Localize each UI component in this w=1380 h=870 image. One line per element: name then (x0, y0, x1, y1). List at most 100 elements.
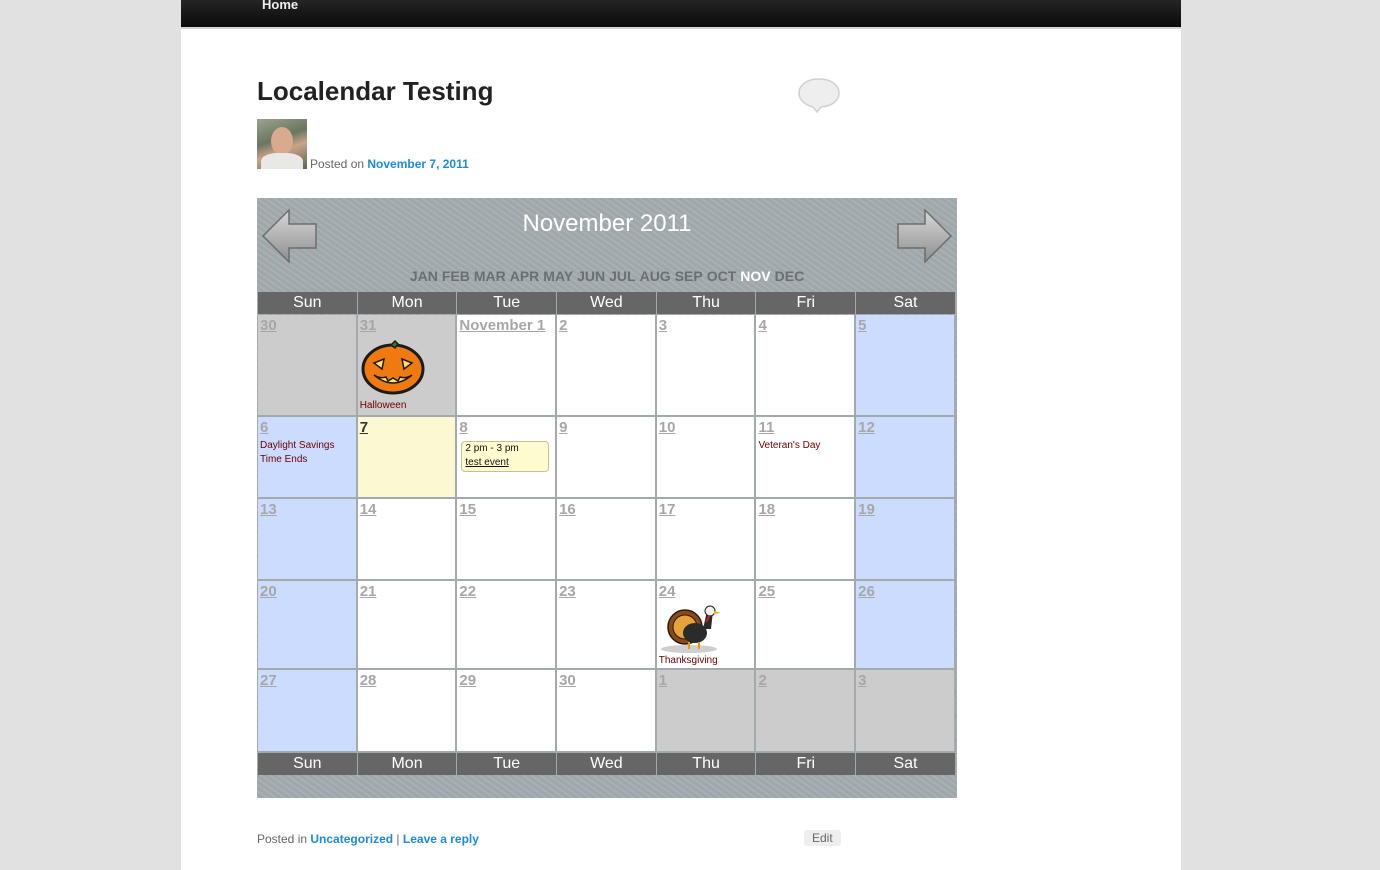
calendar-day-cell[interactable]: 27 (258, 670, 358, 753)
calendar-day-cell[interactable]: 26 (856, 581, 956, 670)
calendar-day-cell[interactable]: 22 (457, 581, 558, 670)
day-number-link[interactable]: 19 (858, 501, 875, 518)
day-number-link[interactable]: 28 (360, 672, 377, 689)
calendar-day-cell[interactable]: 21 (357, 581, 458, 670)
weekday-fri: Fri (756, 292, 857, 314)
day-number-link[interactable]: 5 (858, 317, 866, 334)
calendar-day-cell[interactable]: 12 (856, 417, 956, 499)
day-number-link[interactable]: 4 (758, 317, 766, 334)
calendar-day-cell[interactable]: 23 (557, 581, 657, 670)
month-link-dec[interactable]: DEC (775, 268, 805, 284)
day-number-link[interactable]: 12 (858, 419, 875, 436)
calendar-day-cell[interactable]: 31 Halloween (357, 315, 458, 417)
calendar-day-cell[interactable]: 11 Veteran's Day (756, 417, 857, 499)
calendar-widget: November 2011 JAN FEB MAR APR MAY JUN JUL AUG SE… (257, 198, 957, 798)
day-number-link[interactable]: 27 (260, 672, 277, 689)
calendar-day-cell[interactable]: 7 (357, 417, 458, 499)
calendar-day-cell[interactable]: 20 (258, 581, 358, 670)
day-number-link[interactable]: 29 (459, 672, 476, 689)
day-number-link[interactable]: 2 (559, 317, 567, 334)
calendar-week: 27 28 29 30 1 2 3 (258, 670, 956, 753)
category-link[interactable]: Uncategorized (310, 832, 393, 846)
calendar-day-cell[interactable]: 3 (856, 670, 956, 753)
calendar-day-cell[interactable]: 5 (856, 315, 956, 417)
calendar-day-cell[interactable]: 17 (656, 499, 757, 581)
day-number-link[interactable]: 26 (858, 583, 875, 600)
calendar-day-cell[interactable]: 16 (557, 499, 657, 581)
day-number-link[interactable]: 3 (659, 317, 667, 334)
day-number-link[interactable]: 9 (559, 419, 567, 436)
weekday-mon: Mon (357, 753, 458, 775)
calendar-day-cell[interactable]: 6 Daylight Savings Time Ends (258, 417, 358, 499)
month-link-apr[interactable]: APR (510, 268, 540, 284)
month-link-aug[interactable]: AUG (640, 268, 671, 284)
calendar-day-cell[interactable]: 4 (756, 315, 857, 417)
month-link-jul[interactable]: JUL (609, 268, 635, 284)
month-link-jun[interactable]: JUN (577, 268, 605, 284)
day-number-link[interactable]: November 1 (459, 317, 545, 334)
day-number-link[interactable]: 16 (559, 501, 576, 518)
calendar-day-cell[interactable]: 1 (656, 670, 757, 753)
comment-bubble-icon[interactable] (797, 77, 841, 113)
day-number-link[interactable]: 1 (659, 672, 667, 689)
calendar-day-cell[interactable]: 2 (756, 670, 857, 753)
event-dst-line2[interactable]: Time Ends (260, 453, 307, 467)
day-number-link[interactable]: 23 (559, 583, 576, 600)
calendar-day-cell[interactable]: 13 (258, 499, 358, 581)
calendar-day-cell[interactable]: 18 (756, 499, 857, 581)
calendar-day-cell[interactable]: 10 (656, 417, 757, 499)
test-event-card[interactable]: 2 pm - 3 pm test event (461, 441, 550, 472)
day-number-link[interactable]: 22 (459, 583, 476, 600)
month-link-sep[interactable]: SEP (675, 268, 703, 284)
edit-button[interactable]: Edit (804, 830, 841, 846)
day-number-link[interactable]: 21 (360, 583, 377, 600)
month-link-feb[interactable]: FEB (442, 268, 470, 284)
month-link-mar[interactable]: MAR (474, 268, 506, 284)
calendar-day-cell[interactable]: November 1 (457, 315, 558, 417)
day-number-link[interactable]: 11 (758, 419, 774, 436)
calendar-day-cell[interactable]: 29 (457, 670, 558, 753)
leave-reply-link[interactable]: Leave a reply (403, 832, 479, 846)
day-number-link[interactable]: 6 (260, 419, 268, 436)
calendar-day-cell[interactable]: 3 (656, 315, 757, 417)
post-meta: Posted on November 7, 2011 (310, 157, 469, 171)
calendar-day-cell[interactable]: 28 (357, 670, 458, 753)
calendar-day-cell[interactable]: 25 (756, 581, 857, 670)
day-number-link[interactable]: 30 (559, 672, 576, 689)
day-number-link[interactable]: 18 (758, 501, 775, 518)
day-number-link[interactable]: 17 (659, 501, 676, 518)
day-number-link[interactable]: 31 (360, 317, 377, 334)
event-title-link[interactable]: test event (465, 457, 508, 468)
day-number-link[interactable]: 24 (659, 583, 676, 600)
post-date-link[interactable]: November 7, 2011 (367, 157, 468, 171)
event-thanksgiving[interactable]: Thanksgiving (659, 654, 718, 668)
event-veterans-day[interactable]: Veteran's Day (758, 439, 820, 453)
calendar-day-cell[interactable]: 15 (457, 499, 558, 581)
event-halloween[interactable]: Halloween (360, 399, 407, 413)
day-number-link[interactable]: 25 (758, 583, 775, 600)
day-number-link[interactable]: 15 (459, 501, 476, 518)
calendar-day-cell[interactable]: 24 Thanksgiving (656, 581, 757, 670)
calendar-day-cell[interactable]: 14 (357, 499, 458, 581)
month-link-may[interactable]: MAY (543, 268, 573, 284)
month-link-nov[interactable]: NOV (740, 268, 770, 284)
day-number-link[interactable]: 20 (260, 583, 277, 600)
nav-home-link[interactable]: Home (262, 0, 298, 12)
day-number-link[interactable]: 7 (360, 419, 368, 436)
day-number-link[interactable]: 3 (858, 672, 866, 689)
calendar-day-cell[interactable]: 9 (557, 417, 657, 499)
day-number-link[interactable]: 14 (360, 501, 377, 518)
calendar-day-cell[interactable]: 2 (557, 315, 657, 417)
month-link-jan[interactable]: JAN (410, 268, 438, 284)
day-number-link[interactable]: 8 (459, 419, 467, 436)
calendar-day-cell[interactable]: 8 2 pm - 3 pm test event (457, 417, 558, 499)
day-number-link[interactable]: 30 (260, 317, 277, 334)
day-number-link[interactable]: 13 (260, 501, 277, 518)
day-number-link[interactable]: 2 (758, 672, 766, 689)
month-link-oct[interactable]: OCT (707, 268, 737, 284)
calendar-day-cell[interactable]: 19 (856, 499, 956, 581)
calendar-day-cell[interactable]: 30 (258, 315, 358, 417)
calendar-day-cell[interactable]: 30 (557, 670, 657, 753)
event-dst-line1[interactable]: Daylight Savings (260, 439, 334, 453)
day-number-link[interactable]: 10 (659, 419, 676, 436)
